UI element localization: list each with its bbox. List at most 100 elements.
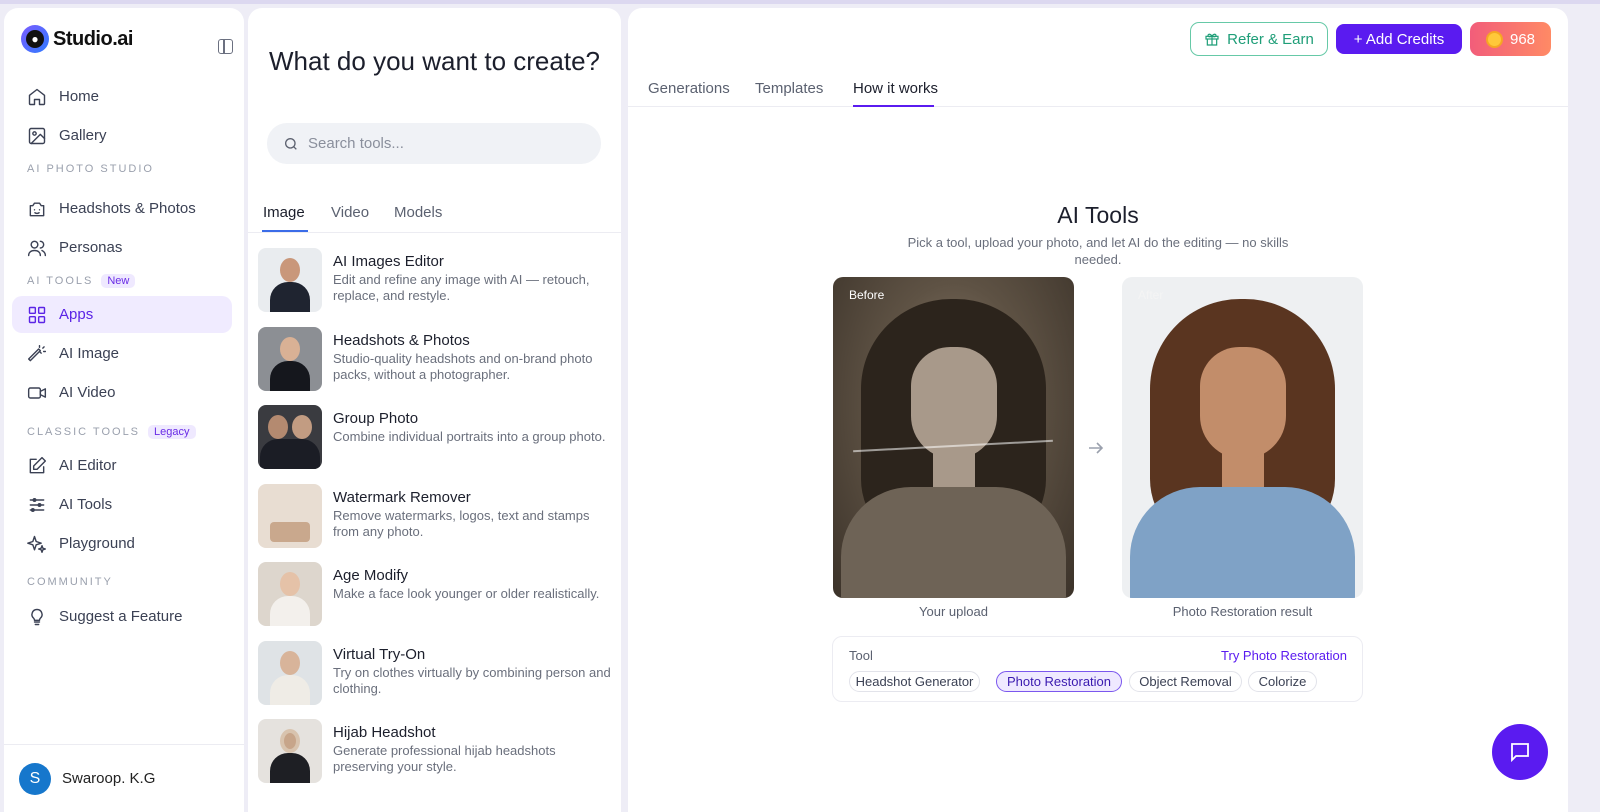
sidebar-item-label: Home xyxy=(59,88,100,105)
refer-earn-button[interactable]: Refer & Earn xyxy=(1190,22,1328,56)
chat-icon xyxy=(1511,743,1529,763)
tool-item-group-photo[interactable]: Group Photo Combine individual portraits … xyxy=(258,405,613,471)
tool-item-age-modify[interactable]: Age Modify Make a face look younger or ol… xyxy=(258,562,613,628)
sidebar-item-label: Gallery xyxy=(59,127,107,144)
sidebar-item-ai-tools[interactable]: AI Tools xyxy=(12,486,232,523)
camera-face-icon xyxy=(27,199,47,219)
after-tag: After xyxy=(1138,288,1164,302)
sidebar-item-ai-video[interactable]: AI Video xyxy=(12,374,232,411)
tool-item-watermark-remover[interactable]: Watermark Remover Remove watermarks, logo… xyxy=(258,484,613,550)
tool-thumbnail xyxy=(258,641,322,705)
tool-thumbnail xyxy=(258,248,322,312)
tool-description: Remove watermarks, logos, text and stamp… xyxy=(333,508,590,539)
tool-description: Combine individual portraits into a grou… xyxy=(333,429,606,444)
new-badge: New xyxy=(101,274,136,288)
app-name: Studio.ai xyxy=(53,27,133,50)
main-tabs: Generations Templates How it works xyxy=(628,70,1568,107)
users-icon xyxy=(27,238,47,258)
credits-count: 968 xyxy=(1509,30,1536,48)
tool-item-headshots-photos[interactable]: Headshots & Photos Studio-quality headsho… xyxy=(258,327,613,393)
sidebar-item-label: AI Video xyxy=(59,384,116,401)
tab-generations[interactable]: Generations xyxy=(648,80,730,97)
tool-item-virtual-try-on[interactable]: Virtual Try-On Try on clothes virtually b… xyxy=(258,641,613,707)
tab-image[interactable]: Image xyxy=(263,204,305,221)
tool-description: Try on clothes virtually by combining pe… xyxy=(333,665,611,696)
sidebar-item-label: Apps xyxy=(59,306,94,323)
sidebar-item-personas[interactable]: Personas xyxy=(12,229,232,266)
home-icon xyxy=(27,87,47,107)
after-photo: After xyxy=(1122,277,1363,598)
sidebar-item-label: Playground xyxy=(59,535,135,552)
tool-selector: Tool Try Photo Restoration Headshot Gene… xyxy=(832,636,1363,702)
coin-icon xyxy=(1485,30,1503,48)
sidebar-item-gallery[interactable]: Gallery xyxy=(12,117,232,154)
logo[interactable]: ● Studio.ai xyxy=(21,24,133,54)
tool-name: Age Modify xyxy=(333,567,409,584)
tab-how-it-works[interactable]: How it works xyxy=(853,80,938,97)
main-panel: Refer & Earn + Add Credits 968 Generatio… xyxy=(628,8,1568,812)
sidebar-item-headshots[interactable]: Headshots & Photos xyxy=(12,190,232,227)
before-caption: Your upload xyxy=(919,604,988,619)
active-tab-indicator xyxy=(262,230,308,232)
avatar: S xyxy=(19,762,51,795)
sidebar-item-label: Suggest a Feature xyxy=(59,608,183,625)
tool-thumbnail xyxy=(258,562,322,626)
tool-name: Virtual Try-On xyxy=(333,646,426,663)
tool-name: AI Images Editor xyxy=(333,253,444,270)
tool-thumbnail xyxy=(258,484,322,548)
sidebar-item-home[interactable]: Home xyxy=(12,78,232,115)
magic-wand-icon xyxy=(27,344,47,364)
arrow-right-icon xyxy=(1088,441,1104,455)
sidebar-item-apps[interactable]: Apps xyxy=(12,296,232,333)
legacy-badge: Legacy xyxy=(148,425,196,439)
grid-icon xyxy=(27,305,47,325)
section-label-ai-tools: AI TOOLS New xyxy=(27,274,136,288)
user-profile[interactable]: S Swaroop. K.G xyxy=(4,744,244,812)
sidebar-item-playground[interactable]: Playground xyxy=(12,525,232,562)
after-caption: Photo Restoration result xyxy=(1172,604,1313,619)
tool-item-hijab-headshot[interactable]: Hijab Headshot Generate professional hija… xyxy=(258,719,613,785)
search-box[interactable] xyxy=(267,123,601,164)
before-tag: Before xyxy=(849,288,885,302)
try-tool-link[interactable]: Try Photo Restoration xyxy=(1221,648,1347,663)
tab-models[interactable]: Models xyxy=(394,204,442,221)
tool-description: Studio-quality headshots and on-brand ph… xyxy=(333,351,593,382)
sidebar-item-ai-image[interactable]: AI Image xyxy=(12,335,232,372)
edit-icon xyxy=(27,456,47,476)
section-label-ai-photo-studio: AI PHOTO STUDIO xyxy=(27,163,154,175)
chip-colorize[interactable]: Colorize xyxy=(1248,671,1317,692)
search-input[interactable] xyxy=(308,135,578,152)
chip-object-removal[interactable]: Object Removal xyxy=(1129,671,1242,692)
tool-item-ai-images-editor[interactable]: AI Images Editor Edit and refine any imag… xyxy=(258,248,613,314)
sidebar-item-label: Personas xyxy=(59,239,123,256)
tool-name: Headshots & Photos xyxy=(333,332,470,349)
gift-icon xyxy=(1205,33,1219,46)
credits-balance[interactable]: 968 xyxy=(1470,22,1551,56)
tool-name: Watermark Remover xyxy=(333,489,471,506)
sidebar: ● Studio.ai Home Gallery AI PHOTO STUDIO… xyxy=(4,8,244,812)
sidebar-item-ai-editor[interactable]: AI Editor xyxy=(12,447,232,484)
section-label-community: COMMUNITY xyxy=(27,576,113,588)
chip-photo-restoration[interactable]: Photo Restoration xyxy=(996,671,1122,692)
tool-name: Group Photo xyxy=(333,410,419,427)
tool-thumbnail xyxy=(258,719,322,783)
chat-button[interactable] xyxy=(1492,724,1548,780)
tab-video[interactable]: Video xyxy=(331,204,369,221)
active-tab-indicator xyxy=(853,105,934,107)
add-credits-button[interactable]: + Add Credits xyxy=(1336,24,1462,54)
user-name: Swaroop. K.G xyxy=(62,770,156,787)
tool-description: Make a face look younger or older realis… xyxy=(333,586,600,601)
tool-thumbnail xyxy=(258,405,322,469)
tool-description: Generate professional hijab headshots pr… xyxy=(333,743,556,774)
search-icon xyxy=(285,137,297,150)
tool-thumbnail xyxy=(258,327,322,391)
chip-headshot-generator[interactable]: Headshot Generator xyxy=(849,671,980,692)
tab-templates[interactable]: Templates xyxy=(755,80,823,97)
sidebar-item-label: AI Image xyxy=(59,345,120,362)
video-icon xyxy=(27,383,47,403)
sidebar-item-suggest-feature[interactable]: Suggest a Feature xyxy=(12,598,232,635)
tools-panel-title: What do you want to create? xyxy=(269,46,600,76)
tools-panel: What do you want to create? Image Video … xyxy=(248,8,621,812)
tool-description: Edit and refine any image with AI — reto… xyxy=(333,272,590,303)
sidebar-collapse-icon[interactable] xyxy=(218,39,233,54)
